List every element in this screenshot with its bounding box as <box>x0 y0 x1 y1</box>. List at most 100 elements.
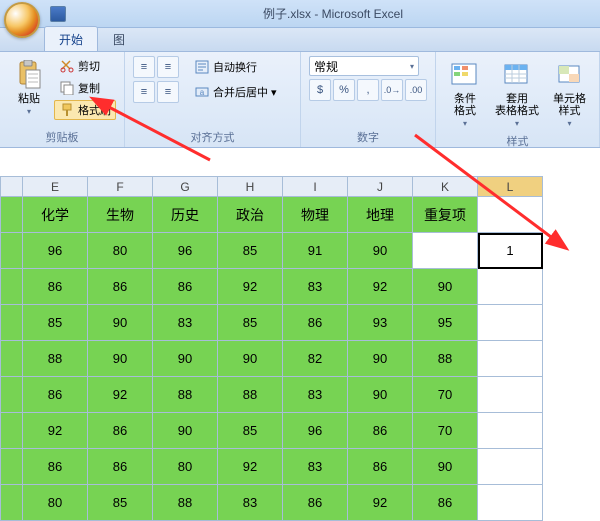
cell[interactable]: 86 <box>283 485 348 521</box>
cell[interactable]: 90 <box>88 341 153 377</box>
align-left-button[interactable]: ≡ <box>133 81 155 103</box>
header-cell[interactable]: 重复项 <box>413 197 478 233</box>
cell[interactable]: 85 <box>23 305 88 341</box>
row-lead[interactable] <box>1 413 23 449</box>
comma-button[interactable]: , <box>357 79 379 101</box>
wrap-text-button[interactable]: 自动换行 <box>189 56 262 78</box>
save-icon[interactable] <box>50 6 66 22</box>
cell[interactable]: 92 <box>218 449 283 485</box>
row-lead[interactable] <box>1 305 23 341</box>
cell[interactable]: 85 <box>218 305 283 341</box>
col-header-I[interactable]: I <box>283 177 348 197</box>
cell[interactable] <box>478 485 543 521</box>
cell[interactable]: 83 <box>218 485 283 521</box>
col-header-L[interactable]: L <box>478 177 543 197</box>
cell[interactable]: 1 <box>478 233 543 269</box>
cell[interactable]: 92 <box>348 269 413 305</box>
cell[interactable]: 88 <box>218 377 283 413</box>
cell[interactable] <box>478 449 543 485</box>
header-cell[interactable]: 政治 <box>218 197 283 233</box>
table-format-button[interactable]: 套用 表格格式 ▾ <box>490 56 544 131</box>
cell[interactable] <box>478 377 543 413</box>
cell[interactable]: 83 <box>283 269 348 305</box>
merge-center-button[interactable]: a 合并后居中 ▾ <box>189 81 282 103</box>
percent-button[interactable]: % <box>333 79 355 101</box>
cell[interactable]: 96 <box>153 233 218 269</box>
cell[interactable]: 86 <box>23 269 88 305</box>
row-lead[interactable] <box>1 269 23 305</box>
cell[interactable]: 92 <box>348 485 413 521</box>
office-button[interactable] <box>4 2 40 38</box>
tab-home[interactable]: 开始 <box>44 26 98 51</box>
cell[interactable] <box>478 269 543 305</box>
col-header-J[interactable]: J <box>348 177 413 197</box>
col-header-E[interactable]: E <box>23 177 88 197</box>
cell[interactable]: 86 <box>23 377 88 413</box>
cell[interactable]: 92 <box>88 377 153 413</box>
worksheet[interactable]: EFGHIJKL化学生物历史政治物理地理重复项96809685919018686… <box>0 176 600 521</box>
cell[interactable]: 90 <box>153 413 218 449</box>
cell[interactable]: 90 <box>348 341 413 377</box>
cell[interactable]: 85 <box>88 485 153 521</box>
cell[interactable] <box>478 413 543 449</box>
cell[interactable]: 88 <box>413 341 478 377</box>
cell[interactable]: 90 <box>88 305 153 341</box>
cell[interactable]: 86 <box>348 449 413 485</box>
header-cell[interactable] <box>478 197 543 233</box>
decrease-decimal-button[interactable]: .00 <box>405 79 427 101</box>
cell[interactable]: 83 <box>283 377 348 413</box>
cut-button[interactable]: 剪切 <box>54 56 116 76</box>
cell[interactable]: 95 <box>413 305 478 341</box>
cell[interactable]: 83 <box>283 449 348 485</box>
cell[interactable]: 90 <box>413 449 478 485</box>
cell[interactable]: 86 <box>153 269 218 305</box>
cell[interactable]: 82 <box>283 341 348 377</box>
cell-style-button[interactable]: 单元格 样式 ▾ <box>548 56 591 131</box>
cell[interactable]: 80 <box>153 449 218 485</box>
row-lead[interactable] <box>1 233 23 269</box>
cell[interactable]: 90 <box>413 269 478 305</box>
cell[interactable]: 86 <box>88 269 153 305</box>
cell[interactable]: 86 <box>283 305 348 341</box>
row-lead[interactable] <box>1 449 23 485</box>
row-lead[interactable] <box>1 377 23 413</box>
cell[interactable]: 86 <box>88 413 153 449</box>
cell[interactable]: 92 <box>218 269 283 305</box>
align-right-button[interactable]: ≡ <box>157 81 179 103</box>
cell[interactable]: 96 <box>23 233 88 269</box>
header-cell[interactable]: 生物 <box>88 197 153 233</box>
cell[interactable]: 93 <box>348 305 413 341</box>
currency-button[interactable]: $ <box>309 79 331 101</box>
header-cell[interactable]: 地理 <box>348 197 413 233</box>
header-cell[interactable]: 物理 <box>283 197 348 233</box>
cell[interactable]: 90 <box>348 233 413 269</box>
corner-cell[interactable] <box>1 177 23 197</box>
cell[interactable]: 80 <box>23 485 88 521</box>
row-lead[interactable] <box>1 197 23 233</box>
cell[interactable]: 86 <box>88 449 153 485</box>
cell[interactable]: 86 <box>413 485 478 521</box>
col-header-H[interactable]: H <box>218 177 283 197</box>
cell[interactable]: 83 <box>153 305 218 341</box>
cell[interactable]: 86 <box>23 449 88 485</box>
col-header-G[interactable]: G <box>153 177 218 197</box>
increase-decimal-button[interactable]: .0→ <box>381 79 403 101</box>
number-format-combo[interactable]: 常规 ▾ <box>309 56 419 76</box>
cell[interactable]: 92 <box>23 413 88 449</box>
cell[interactable]: 85 <box>218 233 283 269</box>
cell[interactable]: 90 <box>153 341 218 377</box>
cell[interactable]: 96 <box>283 413 348 449</box>
cell[interactable]: 91 <box>283 233 348 269</box>
cell[interactable]: 80 <box>88 233 153 269</box>
col-header-F[interactable]: F <box>88 177 153 197</box>
cell[interactable] <box>478 341 543 377</box>
cell[interactable]: 90 <box>348 377 413 413</box>
row-lead[interactable] <box>1 485 23 521</box>
header-cell[interactable]: 化学 <box>23 197 88 233</box>
col-header-K[interactable]: K <box>413 177 478 197</box>
align-misc2-button[interactable]: ≡ <box>157 56 179 78</box>
header-cell[interactable]: 历史 <box>153 197 218 233</box>
cell[interactable] <box>478 305 543 341</box>
cell[interactable]: 88 <box>153 377 218 413</box>
cell[interactable]: 88 <box>23 341 88 377</box>
